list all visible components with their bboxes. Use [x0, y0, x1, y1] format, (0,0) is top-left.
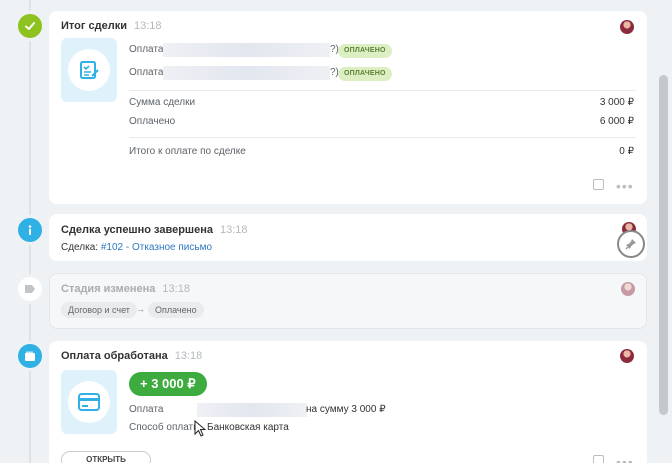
- more-icon[interactable]: •••: [616, 179, 634, 193]
- check-icon: [18, 14, 42, 38]
- stage-to-pill: Оплачено: [148, 302, 204, 318]
- deal-completed-title: Сделка успешно завершена 13:18: [61, 224, 248, 236]
- deal-summary-time: 13:18: [133, 20, 162, 32]
- deal-link[interactable]: #102 - Отказное письмо: [101, 242, 212, 253]
- divider: [129, 90, 636, 91]
- payment-2-redacted: [163, 66, 330, 80]
- info-icon: [18, 218, 42, 242]
- deal-summary-title: Итог сделки 13:18: [61, 20, 162, 32]
- paid-value: 6 000 ₽: [599, 116, 634, 127]
- divider: [129, 137, 636, 138]
- payment-processed-card: Оплата обработана 13:18 + 3 000 ₽ Оплата …: [49, 341, 647, 463]
- avatar[interactable]: [621, 282, 635, 296]
- payment-2-status-badge: ОПЛАЧЕНО: [338, 67, 392, 81]
- payment-2-label: Оплата: [129, 67, 164, 78]
- payment-1-status-badge: ОПЛАЧЕНО: [338, 44, 392, 58]
- avatar[interactable]: [620, 20, 634, 34]
- stage-changed-card: Стадия изменена 13:18 Договор и счет → Оп…: [49, 273, 647, 329]
- wallet-icon: [18, 344, 42, 368]
- deal-summary-icon-box: [61, 38, 117, 102]
- note-icon[interactable]: [593, 179, 604, 190]
- stage-arrow: →: [136, 304, 145, 314]
- tag-icon: [18, 277, 42, 301]
- payment-1-label: Оплата: [129, 44, 164, 55]
- payment-1-redacted: [163, 43, 330, 57]
- deal-completed-line: Сделка: #102 - Отказное письмо: [61, 242, 213, 253]
- avatar[interactable]: [620, 349, 634, 363]
- payment-label: Оплата: [129, 404, 164, 415]
- due-label: Итого к оплате по сделке: [129, 146, 246, 157]
- deal-completed-time: 13:18: [219, 224, 248, 236]
- deal-sum-value: 3 000 ₽: [599, 97, 634, 108]
- scrollbar-thumb[interactable]: [659, 75, 668, 415]
- payment-amount-badge: + 3 000 ₽: [129, 372, 207, 396]
- payment-method-value: Банковская карта: [207, 422, 289, 433]
- payment-processed-time: 13:18: [174, 350, 203, 362]
- mouse-cursor-icon: [194, 420, 206, 437]
- payment-redacted: [197, 403, 307, 417]
- payment-amount-text: на сумму 3 000 ₽: [306, 404, 386, 415]
- pin-icon: [625, 239, 636, 250]
- more-icon[interactable]: •••: [616, 455, 634, 463]
- stage-from-pill: Договор и счет: [61, 302, 137, 318]
- open-button[interactable]: ОТКРЫТЬ: [61, 451, 151, 463]
- payment-icon-box: [61, 370, 117, 434]
- checklist-icon: [80, 61, 99, 79]
- deal-sum-label: Сумма сделки: [129, 97, 196, 108]
- deal-completed-card: Сделка успешно завершена 13:18 Сделка: #1…: [49, 214, 647, 261]
- stage-changed-time: 13:18: [162, 283, 190, 295]
- note-icon[interactable]: [593, 455, 604, 463]
- deal-summary-card: Итог сделки 13:18 Оплата ?) ОПЛАЧЕНО Опла…: [49, 11, 647, 204]
- pin-button[interactable]: [617, 230, 645, 258]
- payment-processed-title: Оплата обработана 13:18: [61, 350, 203, 362]
- payment-method-label: Способ оплаты: [129, 422, 201, 433]
- credit-card-icon: [78, 393, 100, 411]
- due-value: 0 ₽: [619, 146, 634, 157]
- paid-label: Оплачено: [129, 116, 176, 127]
- stage-changed-title: Стадия изменена 13:18: [61, 283, 190, 295]
